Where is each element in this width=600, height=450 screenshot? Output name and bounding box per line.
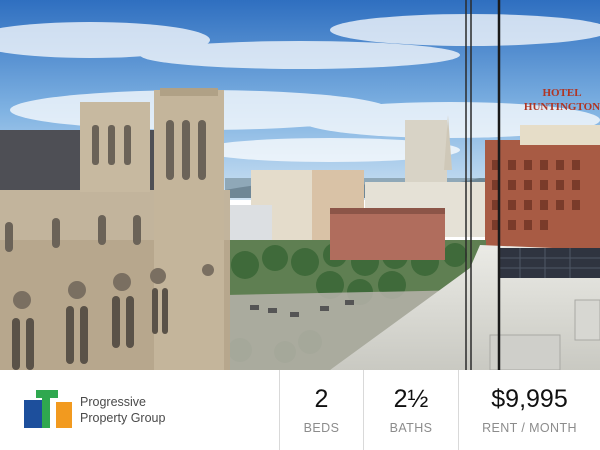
progressive-logo-icon [24,390,72,428]
brand-name-line2: Property Group [80,411,166,425]
brand-name: Progressive Property Group [80,394,165,426]
listing-photo: HOTEL HUNTINGTON [0,0,600,370]
hotel-sign-line2: HUNTINGTON [524,101,600,113]
hotel-sign-line1: HOTEL [542,87,581,99]
brand-block[interactable]: Progressive Property Group [0,370,279,450]
brand-name-line1: Progressive [80,395,146,409]
baths-value: 2½ [393,385,429,413]
baths-stat: 2½ BATHS [363,370,458,450]
beds-value: 2 [314,385,329,413]
listing-info-bar: Progressive Property Group 2 BEDS 2½ BAT… [0,370,600,450]
beds-stat: 2 BEDS [279,370,363,450]
city-view-image: HOTEL HUNTINGTON [0,0,600,370]
rent-value: $9,995 [491,385,568,413]
beds-label: BEDS [303,421,340,435]
baths-label: BATHS [389,421,433,435]
rent-label: RENT / MONTH [482,421,577,435]
rent-stat: $9,995 RENT / MONTH [458,370,600,450]
